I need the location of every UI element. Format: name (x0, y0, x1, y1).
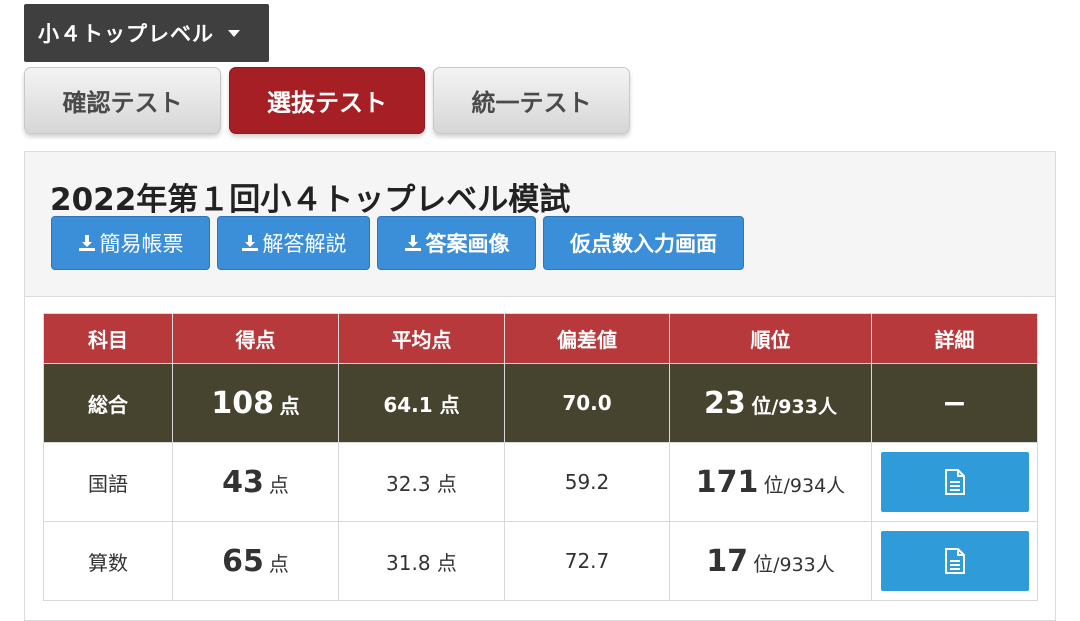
download-icon (78, 235, 95, 251)
rank-total: /934人 (783, 474, 846, 497)
tab-label: 選抜テスト (267, 89, 387, 117)
detail-cell: − (871, 363, 1038, 443)
tab-label: 確認テスト (62, 89, 183, 117)
exam-panel-header: 2022年第１回小４トップレベル模試 簡易帳票 解答解説 答案画像 仮点数入力画… (25, 152, 1055, 297)
rank-cell: 23 位/933人 (669, 363, 872, 443)
score-cell: 108 点 (172, 363, 339, 443)
tab-selection-test[interactable]: 選抜テスト (229, 67, 425, 134)
tab-unified-test[interactable]: 統一テスト (433, 67, 630, 134)
header-rank: 順位 (669, 313, 872, 364)
subject-cell: 総合 (43, 363, 173, 443)
document-icon (944, 469, 965, 495)
rank-cell: 171 位/934人 (669, 442, 872, 522)
table-row-total: 総合 108 点 64.1 点 70.0 23 位/933人 − (43, 363, 1038, 443)
simple-report-download-button[interactable]: 簡易帳票 (51, 216, 210, 270)
rank-value: 23 (704, 385, 746, 421)
download-icon (404, 235, 421, 251)
action-label: 簡易帳票 (99, 232, 184, 256)
tab-label: 統一テスト (471, 89, 592, 117)
score-value: 108 (211, 385, 275, 421)
subject-cell: 算数 (43, 521, 173, 601)
score-table: 科目 得点 平均点 偏差値 順位 詳細 総合 108 点 64.1 点 70.0… (43, 313, 1038, 601)
score-cell: 43 点 (172, 442, 339, 522)
table-header-row: 科目 得点 平均点 偏差値 順位 詳細 (43, 313, 1038, 364)
provisional-score-input-button[interactable]: 仮点数入力画面 (543, 216, 744, 270)
detail-cell (871, 442, 1038, 522)
table-row-japanese: 国語 43 点 32.3 点 59.2 171 位/934人 (43, 442, 1038, 522)
rank-total: /933人 (771, 395, 837, 418)
action-label: 解答解説 (262, 232, 347, 256)
rank-total: /933人 (773, 553, 835, 576)
score-unit: 点 (268, 551, 289, 576)
exam-title: 2022年第１回小４トップレベル模試 (50, 182, 571, 218)
header-deviation: 偏差値 (504, 313, 670, 364)
score-unit: 点 (268, 472, 289, 497)
header-score: 得点 (172, 313, 339, 364)
action-label: 答案画像 (425, 232, 510, 256)
detail-button[interactable] (880, 452, 1029, 512)
score-cell: 65 点 (172, 521, 339, 601)
header-subject: 科目 (43, 313, 173, 364)
answer-sheet-image-download-button[interactable]: 答案画像 (377, 216, 536, 270)
tab-confirmation-test[interactable]: 確認テスト (24, 67, 221, 134)
subject-cell: 国語 (43, 442, 173, 522)
rank-unit: 位 (763, 472, 784, 497)
average-cell: 32.3 点 (338, 442, 505, 522)
table-row-math: 算数 65 点 31.8 点 72.7 17 位/933人 (43, 521, 1038, 601)
deviation-cell: 72.7 (504, 521, 670, 601)
deviation-cell: 70.0 (504, 363, 670, 443)
exam-panel: 2022年第１回小４トップレベル模試 簡易帳票 解答解説 答案画像 仮点数入力画… (24, 151, 1056, 621)
average-cell: 31.8 点 (338, 521, 505, 601)
header-detail: 詳細 (871, 313, 1038, 364)
detail-cell (871, 521, 1038, 601)
rank-cell: 17 位/933人 (669, 521, 872, 601)
deviation-cell: 59.2 (504, 442, 670, 522)
average-cell: 64.1 点 (338, 363, 505, 443)
download-icon (241, 235, 258, 251)
rank-value: 17 (706, 543, 748, 579)
level-dropdown[interactable]: 小４トップレベル (24, 4, 269, 62)
answer-explanation-download-button[interactable]: 解答解説 (217, 216, 370, 270)
score-value: 65 (222, 543, 264, 579)
level-dropdown-label: 小４トップレベル (38, 22, 214, 46)
rank-unit: 位 (753, 551, 774, 576)
chevron-down-icon (228, 29, 240, 37)
document-icon (944, 548, 965, 574)
detail-button[interactable] (880, 531, 1029, 591)
score-value: 43 (222, 464, 264, 500)
header-average: 平均点 (338, 313, 505, 364)
rank-value: 171 (695, 464, 759, 500)
action-label: 仮点数入力画面 (570, 232, 717, 256)
score-unit: 点 (279, 393, 300, 418)
rank-unit: 位 (751, 393, 772, 418)
